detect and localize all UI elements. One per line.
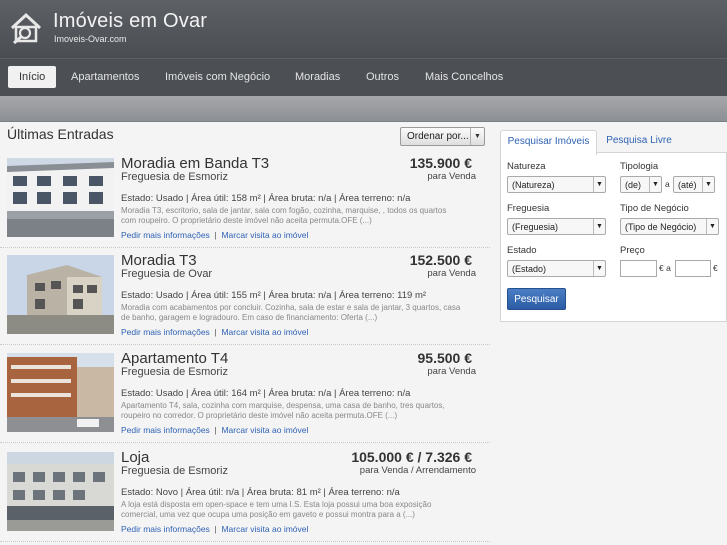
section-title: Últimas Entradas — [7, 126, 114, 142]
nav-item-moradias[interactable]: Moradias — [289, 66, 346, 88]
site-title[interactable]: Imóveis em Ovar — [53, 10, 207, 33]
schedule-visit-link[interactable]: Marcar visita ao imóvel — [221, 230, 308, 240]
listing-title[interactable]: Loja — [121, 449, 149, 466]
listing-parish: Freguesia de Esmoriz — [121, 366, 228, 378]
chevron-down-icon: ▼ — [706, 219, 718, 234]
search-form: Natureza (Natureza) ▼ Tipologia (de) ▼ a… — [500, 152, 727, 322]
listing-item: Moradia T3 Freguesia de Ovar 152.500 € p… — [0, 249, 490, 345]
listing-price: 95.500 € — [417, 350, 473, 366]
nav-item-inicio[interactable]: Início — [8, 66, 57, 88]
listing-item: Loja Freguesia de Esmoriz 105.000 € / 7.… — [0, 446, 490, 542]
tipologia-to-select[interactable]: (até) ▼ — [673, 176, 715, 193]
price-to-currency: € — [713, 263, 718, 273]
tipologia-to-value: (até) — [678, 180, 697, 190]
chevron-down-icon: ▼ — [593, 219, 605, 234]
listing-description: Moradia T3, escritorio, sala de jantar, … — [121, 206, 447, 225]
listing-price: 135.900 € — [409, 155, 472, 171]
listing-item: Moradia em Banda T3 Freguesia de Esmoriz… — [0, 152, 490, 248]
house-search-icon[interactable] — [8, 10, 44, 46]
tipologia-label: Tipologia — [620, 161, 659, 172]
listing-parish: Freguesia de Ovar — [121, 268, 213, 280]
chevron-down-icon: ▼ — [470, 128, 484, 145]
freguesia-value: (Freguesia) — [512, 222, 559, 232]
chevron-down-icon: ▼ — [593, 261, 605, 276]
natureza-select[interactable]: (Natureza) ▼ — [507, 176, 606, 193]
listing-price-type: para Venda — [427, 171, 476, 182]
listing-title[interactable]: Moradia em Banda T3 — [121, 155, 269, 172]
request-info-link[interactable]: Pedir mais informações — [121, 425, 210, 435]
tipologia-separator: a — [665, 179, 670, 189]
listing-parish: Freguesia de Esmoriz — [121, 171, 228, 183]
tab-pesquisar-imoveis[interactable]: Pesquisar Imóveis — [500, 130, 597, 155]
listing-title[interactable]: Moradia T3 — [121, 252, 197, 269]
chevron-down-icon: ▼ — [593, 177, 605, 192]
listing-price: 152.500 € — [409, 252, 472, 268]
listing-facts: Estado: Usado | Área útil: 164 m² | Área… — [121, 388, 411, 399]
nav-item-outros[interactable]: Outros — [360, 66, 405, 88]
preco-label: Preço — [620, 245, 645, 256]
listings-section: Últimas Entradas Ordenar por... ▼ Moradi… — [0, 122, 490, 545]
request-info-link[interactable]: Pedir mais informações — [121, 524, 210, 534]
listing-photo[interactable] — [7, 158, 114, 237]
order-by-dropdown[interactable]: Ordenar por... ▼ — [400, 127, 485, 146]
site-subtitle: Imoveis-Ovar.com — [54, 34, 127, 44]
freguesia-select[interactable]: (Freguesia) ▼ — [507, 218, 606, 235]
listing-parish: Freguesia de Esmoriz — [121, 465, 228, 477]
listing-description: A loja está disposta em open-space e tem… — [121, 500, 432, 519]
listing-photo[interactable] — [7, 255, 114, 334]
listing-links: Pedir mais informações | Marcar visita a… — [121, 230, 309, 240]
order-by-label: Ordenar por... — [407, 131, 469, 142]
chevron-down-icon: ▼ — [649, 177, 661, 192]
main-nav: Início Apartamentos Imóveis com Negócio … — [0, 58, 727, 96]
listing-links: Pedir mais informações | Marcar visita a… — [121, 425, 309, 435]
listing-price-type: para Venda / Arrendamento — [359, 465, 476, 476]
chevron-down-icon: ▼ — [702, 177, 714, 192]
listing-price-type: para Venda — [427, 268, 476, 279]
search-panel: Pesquisar Imóveis Pesquisa Livre Naturez… — [500, 130, 727, 322]
listing-photo[interactable] — [7, 353, 114, 432]
nav-item-apartamentos[interactable]: Apartamentos — [65, 66, 145, 88]
listing-title[interactable]: Apartamento T4 — [121, 350, 228, 367]
listing-links: Pedir mais informações | Marcar visita a… — [121, 327, 309, 337]
listing-photo[interactable] — [7, 452, 114, 531]
freguesia-label: Freguesia — [507, 203, 550, 214]
price-from-input[interactable] — [620, 260, 657, 277]
listing-facts: Estado: Usado | Área útil: 155 m² | Área… — [121, 290, 427, 301]
natureza-label: Natureza — [507, 161, 546, 172]
price-from-currency: € a — [659, 263, 671, 273]
listing-links: Pedir mais informações | Marcar visita a… — [121, 524, 309, 534]
listing-price: 105.000 € / 7.326 € — [351, 449, 472, 465]
tipologia-from-value: (de) — [625, 180, 642, 190]
tipo-negocio-select[interactable]: (Tipo de Negócio) ▼ — [620, 218, 719, 235]
request-info-link[interactable]: Pedir mais informações — [121, 230, 210, 240]
header-strip — [0, 96, 727, 122]
tipo-negocio-value: (Tipo de Negócio) — [625, 222, 697, 232]
estado-value: (Estado) — [512, 264, 547, 274]
schedule-visit-link[interactable]: Marcar visita ao imóvel — [221, 524, 308, 534]
nav-item-imoveis-com-negocio[interactable]: Imóveis com Negócio — [159, 66, 276, 88]
schedule-visit-link[interactable]: Marcar visita ao imóvel — [221, 327, 308, 337]
tipologia-from-select[interactable]: (de) ▼ — [620, 176, 662, 193]
listing-description: Apartamento T4, sala, cozinha com marqui… — [121, 401, 445, 420]
estado-select[interactable]: (Estado) ▼ — [507, 260, 606, 277]
search-button[interactable]: Pesquisar — [507, 288, 566, 310]
listing-facts: Estado: Usado | Área útil: 158 m² | Área… — [121, 193, 411, 204]
schedule-visit-link[interactable]: Marcar visita ao imóvel — [221, 425, 308, 435]
natureza-value: (Natureza) — [512, 180, 555, 190]
request-info-link[interactable]: Pedir mais informações — [121, 327, 210, 337]
estado-label: Estado — [507, 245, 537, 256]
listing-price-type: para Venda — [427, 366, 476, 377]
tipo-negocio-label: Tipo de Negócio — [620, 203, 689, 214]
price-to-input[interactable] — [675, 260, 711, 277]
listing-description: Moradia com acabamentos por concluir. Co… — [121, 303, 461, 322]
listing-facts: Estado: Novo | Área útil: n/a | Área bru… — [121, 487, 400, 498]
listing-item: Apartamento T4 Freguesia de Esmoriz 95.5… — [0, 347, 490, 443]
site-header: Imóveis em Ovar Imoveis-Ovar.com — [0, 0, 727, 58]
nav-item-mais-concelhos[interactable]: Mais Concelhos — [419, 66, 509, 88]
